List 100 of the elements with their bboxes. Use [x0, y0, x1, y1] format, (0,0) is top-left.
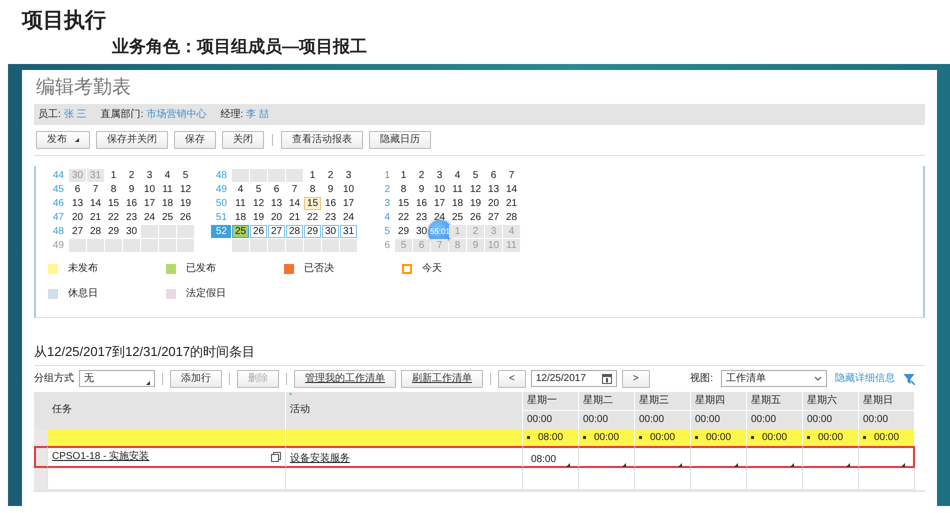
calendar-day[interactable]: 10: [340, 183, 357, 196]
calendar-day[interactable]: 24: [340, 211, 357, 224]
calendar-day[interactable]: 16: [413, 197, 430, 210]
calendar-day[interactable]: 3: [340, 169, 357, 182]
calendar-day[interactable]: 25: [449, 211, 466, 224]
calendar-day[interactable]: 21: [87, 211, 104, 224]
toolbar-button[interactable]: 保存: [174, 131, 216, 149]
calendar-day[interactable]: 14: [87, 197, 104, 210]
calendar-day[interactable]: 22: [304, 211, 321, 224]
calendar-day[interactable]: 21: [286, 211, 303, 224]
calendar-day[interactable]: 30: [413, 225, 430, 238]
calendar-day[interactable]: 1: [395, 169, 412, 182]
calendar-day[interactable]: 4: [159, 169, 176, 182]
row-header-cell[interactable]: [34, 446, 48, 468]
table-row-cell[interactable]: [48, 468, 286, 490]
calendar-day[interactable]: 1: [105, 169, 122, 182]
calendar-day[interactable]: 4: [449, 169, 466, 182]
calendar-day[interactable]: 17: [431, 197, 448, 210]
calendar-day[interactable]: 10: [141, 183, 158, 196]
toolbar-button[interactable]: 管理我的工作清单: [294, 370, 396, 388]
calendar-day[interactable]: 2: [322, 169, 339, 182]
calendar-day[interactable]: 8: [304, 183, 321, 196]
toolbar-button[interactable]: 添加行: [170, 370, 222, 388]
calendar-day[interactable]: 18: [159, 197, 176, 210]
calendar-day[interactable]: 29: [304, 225, 321, 238]
calendar-day[interactable]: 9: [413, 183, 430, 196]
toolbar-button[interactable]: 保存并关闭: [96, 131, 168, 149]
calendar-day[interactable]: 12: [250, 197, 267, 210]
activity-link[interactable]: 设备安装服务: [290, 452, 350, 464]
calendar-day[interactable]: 1: [304, 169, 321, 182]
calendar-day[interactable]: 9: [123, 183, 140, 196]
calendar-day[interactable]: 30: [123, 225, 140, 238]
calendar-day[interactable]: 26: [467, 211, 484, 224]
toolbar-button[interactable]: <: [498, 370, 526, 388]
calendar-day[interactable]: 23: [123, 211, 140, 224]
calendar-day[interactable]: 26: [177, 211, 194, 224]
calendar-day[interactable]: 11: [449, 183, 466, 196]
calendar-day[interactable]: 6: [268, 183, 285, 196]
calendar-day[interactable]: 16: [123, 197, 140, 210]
calendar-day[interactable]: 12: [467, 183, 484, 196]
calendar-day[interactable]: 15: [395, 197, 412, 210]
calendar-day[interactable]: 13: [268, 197, 285, 210]
calendar-day[interactable]: 19: [177, 197, 194, 210]
calendar-day[interactable]: 31: [340, 225, 357, 238]
calendar-day[interactable]: 5: [467, 169, 484, 182]
table-row-cell[interactable]: CPSO1-18 - 实施安装: [48, 446, 286, 468]
calendar-day[interactable]: 3: [141, 169, 158, 182]
calendar-day[interactable]: 7: [87, 183, 104, 196]
calendar-day[interactable]: 18: [232, 211, 249, 224]
calendar-day[interactable]: 8: [395, 183, 412, 196]
calendar-day[interactable]: 20: [485, 197, 502, 210]
toolbar-button[interactable]: 刷新工作清单: [401, 370, 483, 388]
calendar-day[interactable]: 14: [286, 197, 303, 210]
calendar-day[interactable]: 25: [159, 211, 176, 224]
calendar-day[interactable]: 13: [485, 183, 502, 196]
calendar-day[interactable]: 22: [395, 211, 412, 224]
column-header[interactable]: 任务: [48, 392, 286, 428]
toolbar-button[interactable]: >: [622, 370, 650, 388]
menu-button[interactable]: 发布: [36, 131, 90, 149]
calendar-day[interactable]: 4: [232, 183, 249, 196]
calendar-day[interactable]: 10: [431, 183, 448, 196]
calendar-day[interactable]: 19: [250, 211, 267, 224]
calendar-day[interactable]: 2: [413, 169, 430, 182]
filter-icon[interactable]: [903, 372, 915, 384]
calendar-day[interactable]: 28: [87, 225, 104, 238]
calendar-day[interactable]: 12: [177, 183, 194, 196]
calendar-day[interactable]: 18: [449, 197, 466, 210]
calendar-day[interactable]: 21: [503, 197, 520, 210]
calendar-day[interactable]: 29: [105, 225, 122, 238]
calendar-day[interactable]: 23: [413, 211, 430, 224]
calendar-day[interactable]: 2: [123, 169, 140, 182]
calendar-day[interactable]: 3: [431, 169, 448, 182]
calendar-day[interactable]: 27: [485, 211, 502, 224]
calendar-day[interactable]: 14: [503, 183, 520, 196]
calendar-day[interactable]: 9: [322, 183, 339, 196]
toolbar-button[interactable]: 关闭: [222, 131, 264, 149]
date-field[interactable]: 12/25/2017: [530, 370, 617, 387]
calendar-day[interactable]: 28: [286, 225, 303, 238]
calendar-day[interactable]: 15: [304, 197, 321, 210]
calendar-day[interactable]: 25: [232, 225, 249, 238]
calendar-day[interactable]: 19: [467, 197, 484, 210]
calendar-day[interactable]: 20: [69, 211, 86, 224]
calendar-day[interactable]: 22: [105, 211, 122, 224]
calendar-day[interactable]: 7: [286, 183, 303, 196]
calendar-day[interactable]: 28: [503, 211, 520, 224]
calendar-day[interactable]: 11: [159, 183, 176, 196]
calendar-day[interactable]: 5: [177, 169, 194, 182]
calendar-day[interactable]: 16: [322, 197, 339, 210]
calendar-day[interactable]: 27: [69, 225, 86, 238]
calendar-day[interactable]: 13: [69, 197, 86, 210]
select-field[interactable]: 无: [79, 370, 155, 387]
column-header[interactable]: 活动 *: [286, 392, 523, 428]
calendar-day[interactable]: 15: [105, 197, 122, 210]
toolbar-button[interactable]: 隐藏日历: [369, 131, 431, 149]
calendar-day[interactable]: 5: [250, 183, 267, 196]
toolbar-button[interactable]: 查看活动报表: [281, 131, 363, 149]
calendar-day[interactable]: 29: [395, 225, 412, 238]
calendar-day[interactable]: 26: [250, 225, 267, 238]
calendar-day[interactable]: 6: [69, 183, 86, 196]
task-link[interactable]: CPSO1-18 - 实施安装: [52, 446, 150, 468]
